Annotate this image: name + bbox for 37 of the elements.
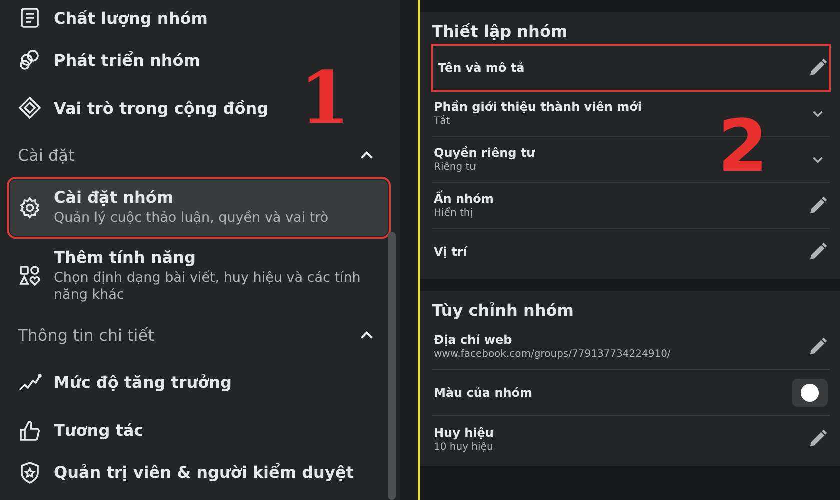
- section-heading: Thông tin chi tiết: [18, 326, 154, 346]
- chevron-up-icon[interactable]: [360, 331, 374, 340]
- pencil-icon[interactable]: [808, 58, 828, 78]
- sidebar-item[interactable]: Thêm tính năng Chọn định dạng bài viết, huy hiệu và các tính năng khác: [0, 240, 390, 313]
- sidebar-item[interactable]: Phát triển nhóm: [0, 36, 216, 84]
- settings-row[interactable]: Huy hiệu 10 huy hiệu: [432, 416, 830, 462]
- step-number: 1: [300, 62, 350, 134]
- chevron-down-icon[interactable]: [812, 156, 824, 164]
- settings-row[interactable]: Ẩn nhóm Hiển thị: [432, 183, 830, 229]
- scrollbar-thumb[interactable]: [388, 232, 396, 500]
- pencil-icon[interactable]: [808, 196, 828, 216]
- sidebar-item[interactable]: Chất lượng nhóm: [0, 0, 224, 36]
- sidebar-item[interactable]: Vai trò trong cộng đồng: [0, 84, 285, 132]
- settings-row[interactable]: Địa chỉ web www.facebook.com/groups/779137734224910/: [432, 324, 830, 370]
- section-title: Thiết lập nhóm: [432, 22, 569, 43]
- thumbs-up-icon: [18, 418, 42, 443]
- section-heading: Cài đặt: [18, 146, 75, 164]
- sidebar-item[interactable]: Quản trị viên & người kiểm duyệt: [0, 454, 370, 491]
- diamond-icon: [18, 96, 42, 120]
- settings-row[interactable]: Màu của nhóm: [432, 370, 830, 416]
- settings-row[interactable]: Tên và mô tả: [432, 45, 830, 91]
- gear-icon: [18, 196, 42, 220]
- shield-star-icon: [18, 460, 42, 485]
- settings-row[interactable]: Vị trí: [432, 229, 830, 275]
- shapes-icon: [18, 264, 42, 288]
- sidebar-item[interactable]: Mức độ tăng trưởng: [0, 358, 248, 407]
- color-swatch-button[interactable]: [792, 378, 828, 406]
- pencil-icon[interactable]: [808, 429, 828, 449]
- pencil-icon[interactable]: [808, 242, 828, 262]
- chevron-down-icon[interactable]: [812, 110, 824, 118]
- section-title: Tùy chỉnh nhóm: [432, 301, 575, 322]
- pencil-icon[interactable]: [808, 336, 828, 356]
- chevron-up-icon[interactable]: [360, 150, 374, 160]
- circles-icon: [18, 48, 42, 72]
- list-icon: [18, 6, 42, 30]
- sidebar-item[interactable]: Cài đặt nhóm Quản lý cuộc thảo luận, quyền và vai trò: [10, 180, 388, 236]
- sidebar-item[interactable]: Tương tác: [0, 406, 160, 455]
